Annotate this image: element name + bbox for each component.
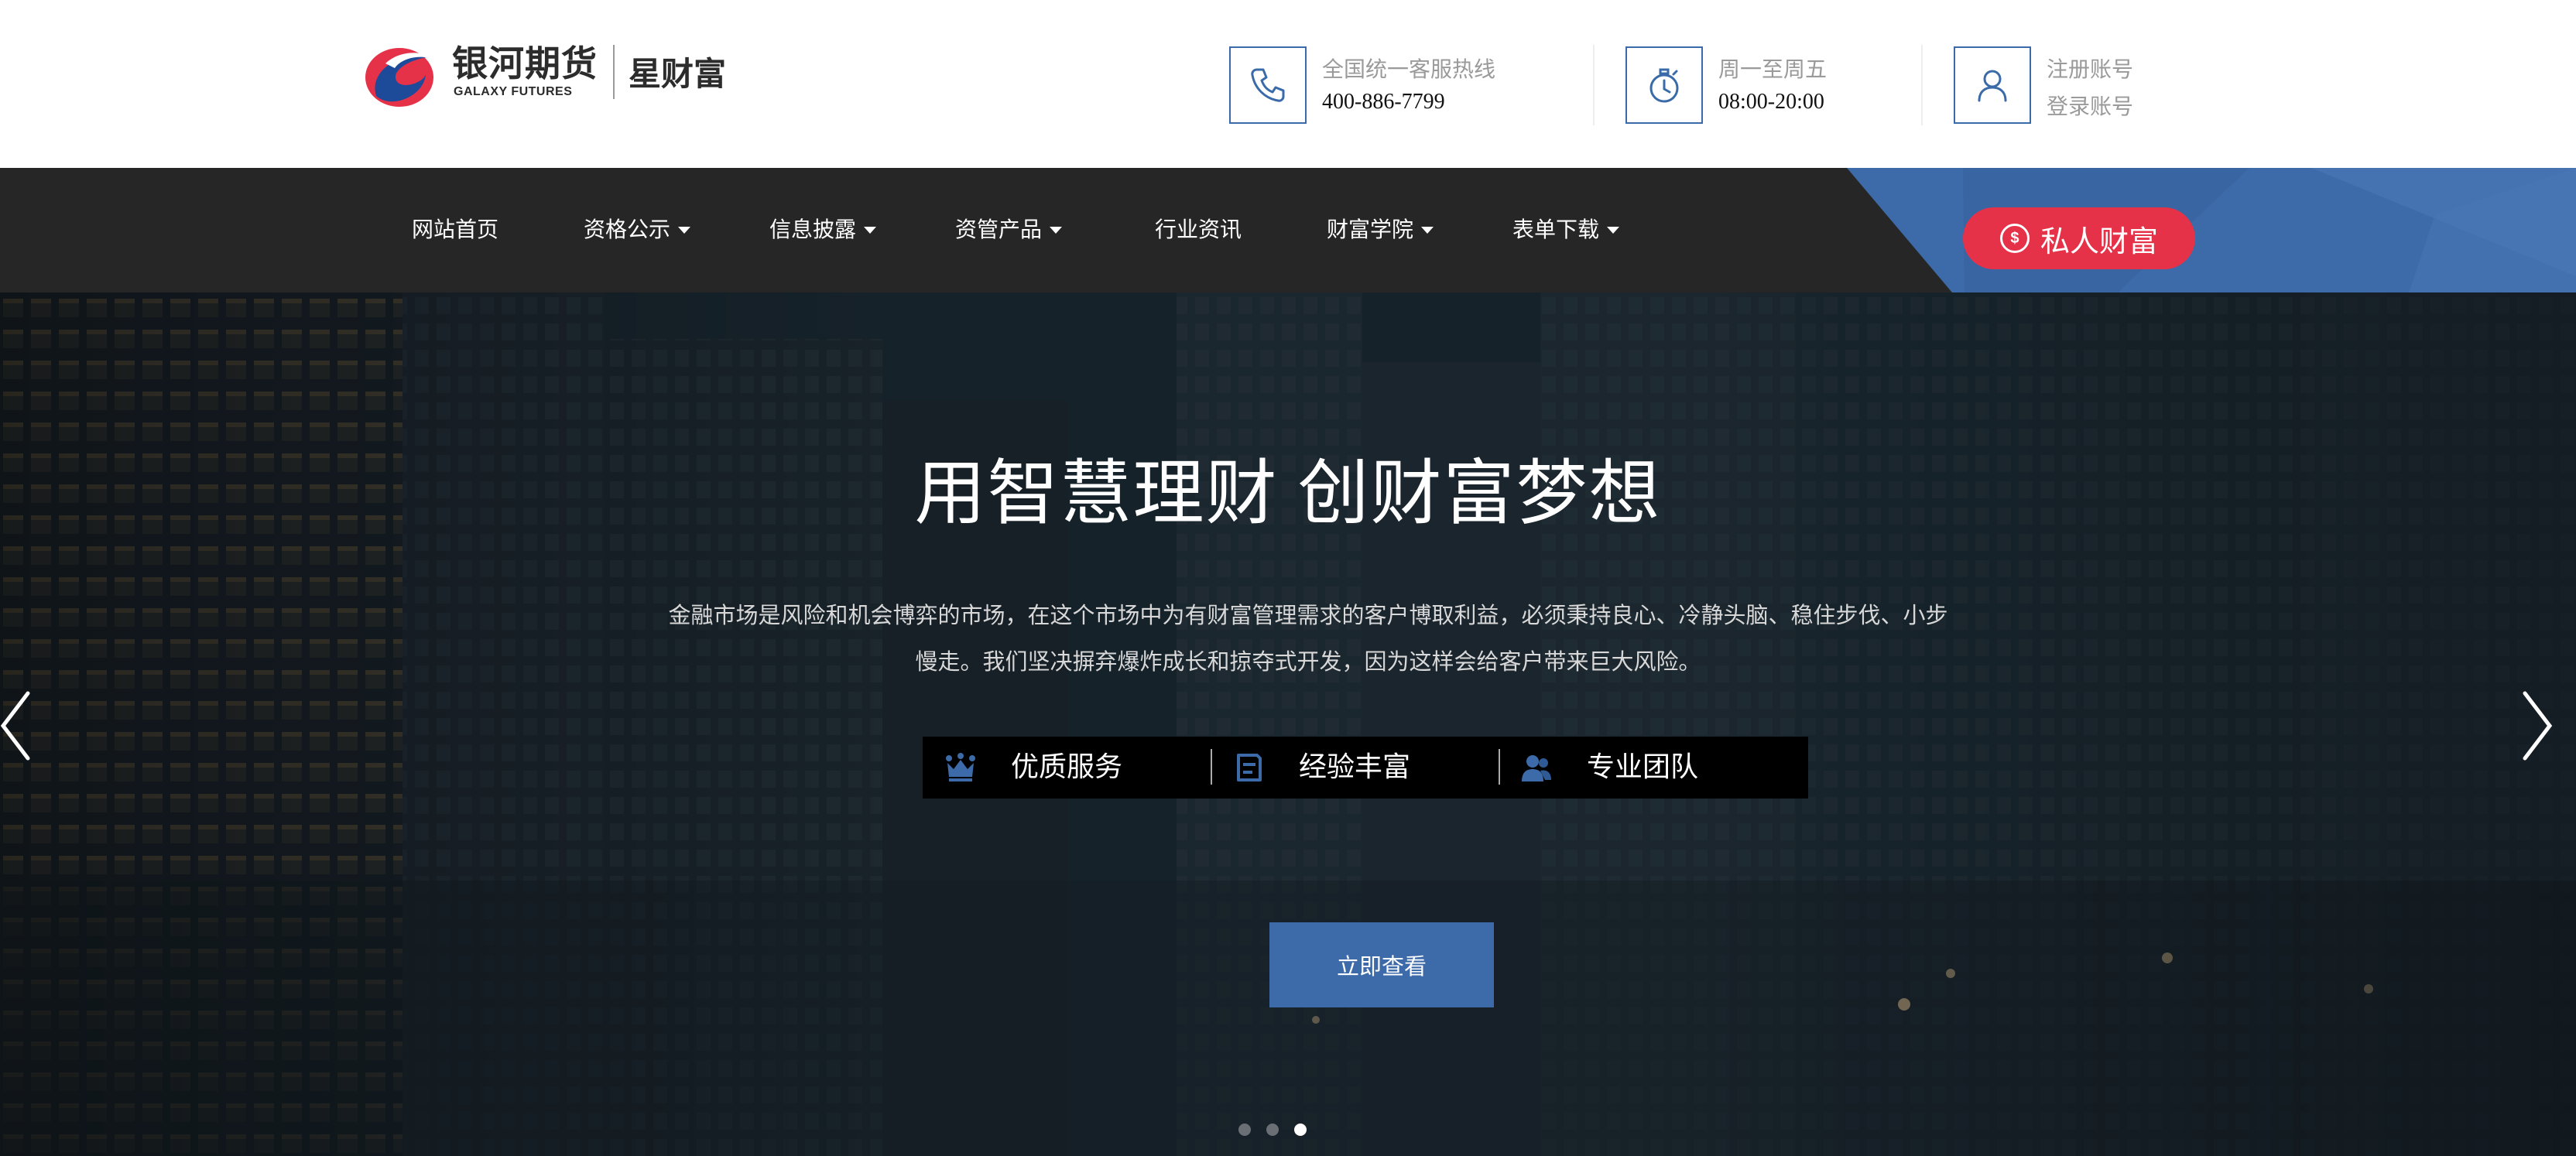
header-divider [1921,45,1923,125]
hotline-label: 全国统一客服热线 [1322,58,1496,82]
private-wealth-label: 私人财富 [2040,224,2158,258]
logo-divider [613,45,615,99]
user-icon [1954,46,2031,124]
nav-item-label: 网站首页 [412,217,499,242]
slide-dot[interactable] [1266,1124,1279,1136]
city-skyline-background [0,292,2576,1156]
header-divider [1593,45,1595,125]
caret-down-icon [1050,226,1063,234]
feature-item: 专业团队 [1499,737,1786,799]
galaxy-logo-icon [365,48,433,107]
nav-accent-shape [1847,168,2576,307]
feature-bar: 优质服务 经验丰富 专业团队 [923,737,1808,799]
hotline-number[interactable]: 400-886-7799 [1322,90,1445,115]
hours-value: 08:00-20:00 [1718,90,1824,114]
document-icon [1237,754,1262,781]
header: 银河期货 GALAXY FUTURES 星财富 全国统一客服热线 400-886… [0,0,2576,168]
nav-item-label: 行业资讯 [1155,217,1242,242]
nav-item-academy[interactable]: 财富学院 [1327,208,1434,251]
feature-label: 专业团队 [1587,751,1699,783]
view-now-button[interactable]: 立即查看 [1269,922,1494,1007]
nav-item-news[interactable]: 行业资讯 [1155,208,1242,251]
nav-item-qualification[interactable]: 资格公示 [584,208,691,251]
nav-item-home[interactable]: 网站首页 [412,208,498,251]
feature-item: 优质服务 [923,737,1211,799]
logo-chinese-name: 银河期货 [452,43,598,84]
nav-item-label: 资管产品 [955,217,1043,242]
caret-down-icon [678,226,691,234]
feature-item: 经验丰富 [1211,737,1499,799]
logo[interactable]: 银河期货 GALAXY FUTURES 星财富 [361,40,732,110]
slide-dot[interactable] [1238,1124,1251,1136]
crown-icon [946,753,975,781]
private-wealth-button[interactable]: $ 私人财富 [1963,207,2195,269]
logo-english-name: GALAXY FUTURES [454,85,573,98]
phone-icon [1229,46,1307,124]
dollar-coin-icon: $ [1999,224,2030,253]
hero-title: 用智慧理财 创财富梦想 [914,454,1662,533]
team-icon [1522,755,1551,781]
register-link[interactable]: 注册账号 [2047,53,2133,84]
slide-dot-active[interactable] [1294,1124,1307,1136]
caret-down-icon [864,226,877,234]
hero-description: 金融市场是风险和机会博弈的市场，在这个市场中为有财富管理需求的客户博取利益，必须… [668,604,1948,675]
caret-down-icon [1607,226,1620,234]
hours-label: 周一至周五 [1718,58,1828,82]
product-name: 星财富 [629,55,727,93]
chevron-right-icon[interactable] [2522,687,2553,764]
chevron-left-icon[interactable] [0,687,31,764]
caret-down-icon [1421,226,1434,234]
stopwatch-icon [1625,46,1703,124]
nav-item-label: 信息披露 [769,217,857,242]
slide-indicators [1238,1124,1316,1139]
nav-item-label: 资格公示 [584,217,671,242]
feature-label: 经验丰富 [1299,751,1411,783]
nav-item-downloads[interactable]: 表单下载 [1512,208,1620,251]
login-link[interactable]: 登录账号 [2047,90,2133,121]
nav-item-disclosure[interactable]: 信息披露 [769,208,877,251]
feature-label: 优质服务 [1011,751,1123,783]
nav-item-asset-products[interactable]: 资管产品 [955,208,1063,251]
nav-item-label: 财富学院 [1327,217,1414,242]
nav-item-label: 表单下载 [1512,217,1600,242]
hero-banner: 用智慧理财 创财富梦想 金融市场是风险和机会博弈的市场，在这个市场中为有财富管理… [0,292,2576,1156]
